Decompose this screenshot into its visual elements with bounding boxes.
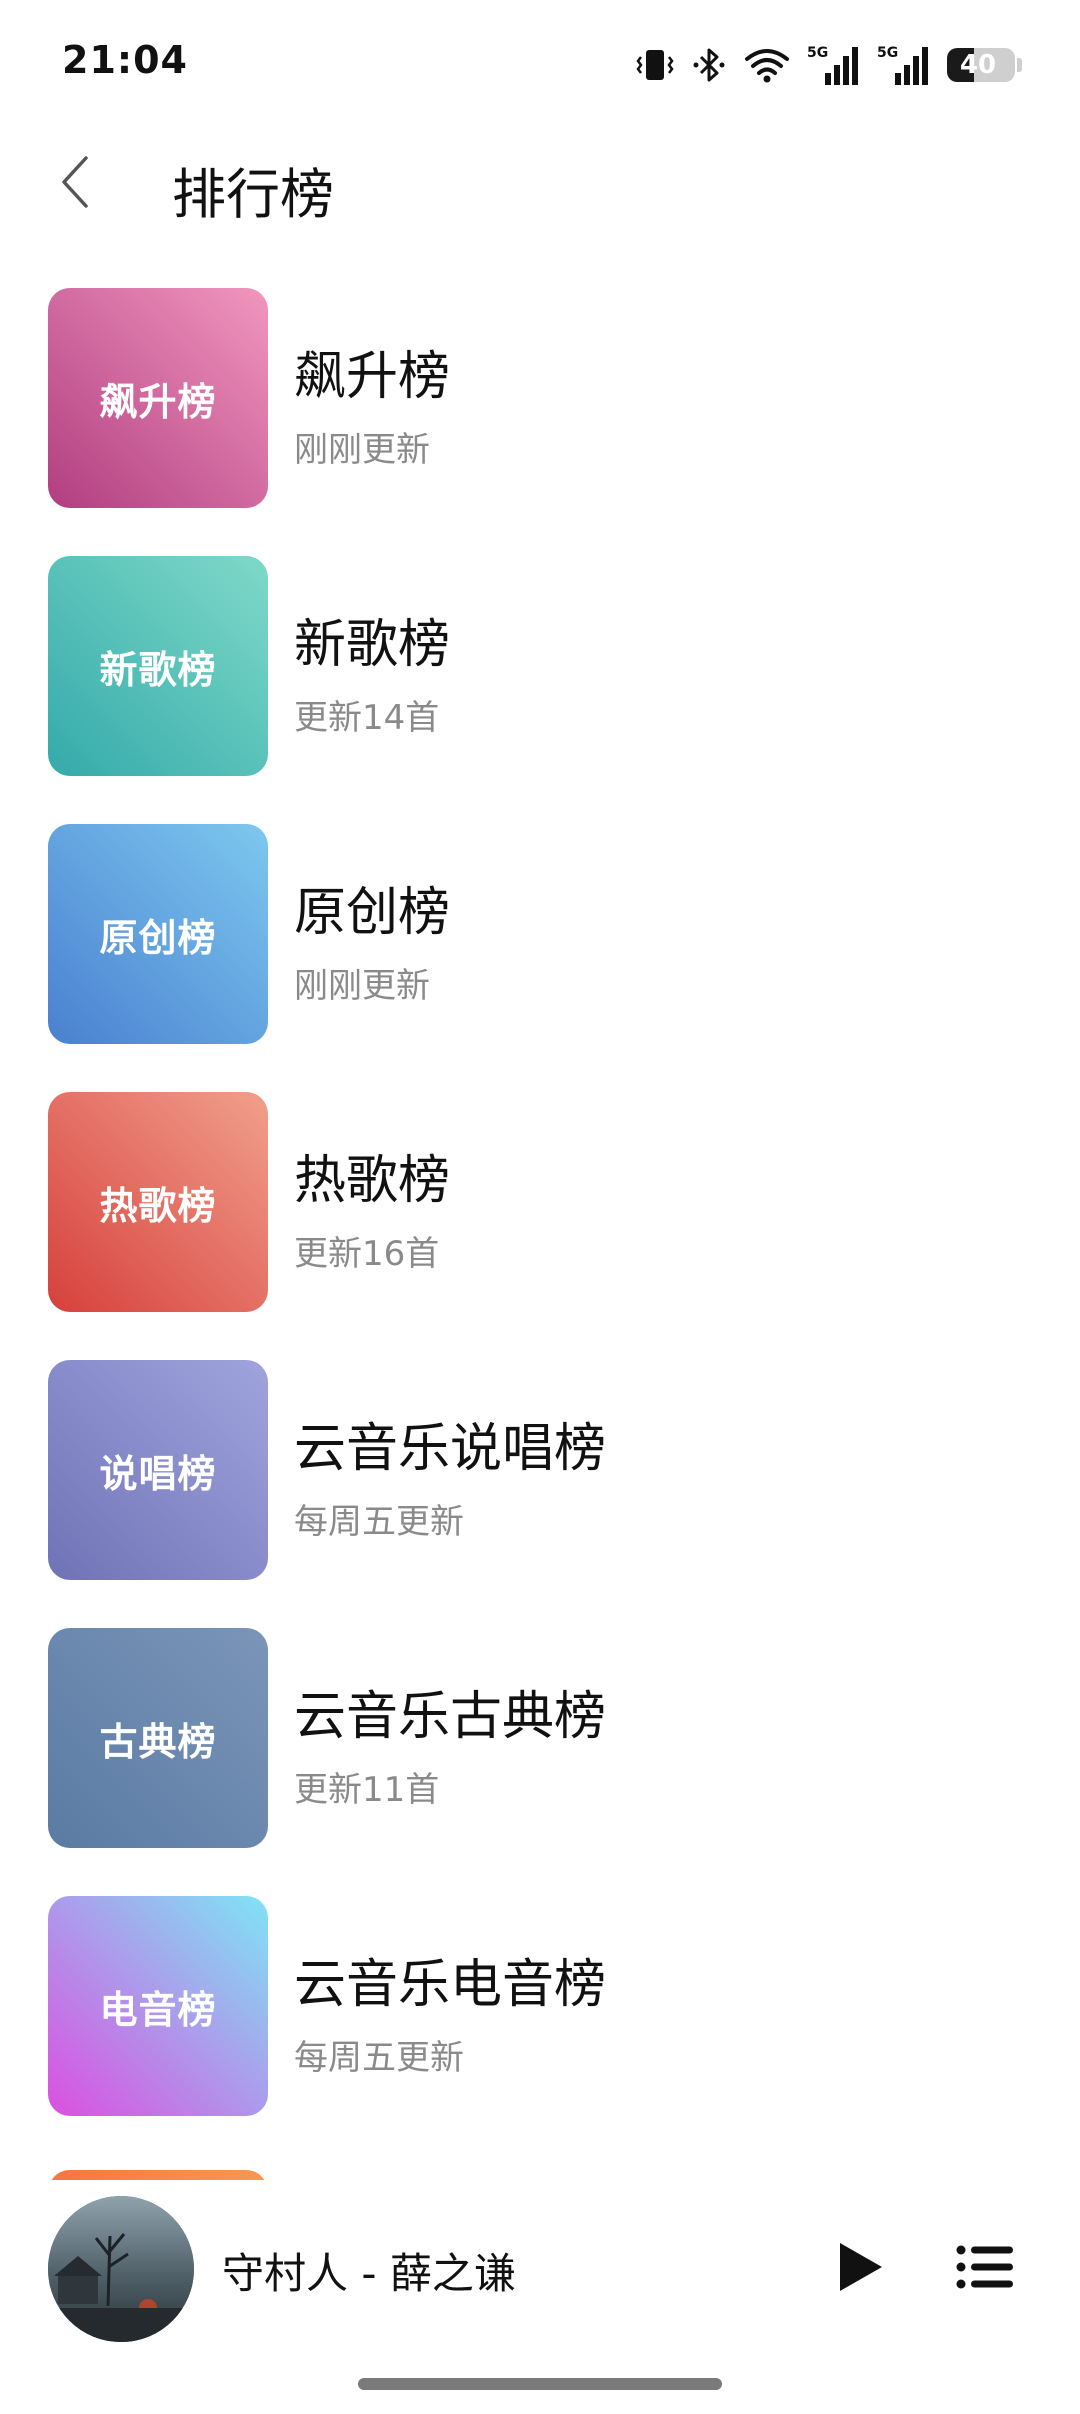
ranking-item[interactable]: 新歌榜 新歌榜 更新14首 xyxy=(0,556,1080,824)
ranking-subtitle: 更新11首 xyxy=(294,1770,440,1810)
signal-5g-icon: 5G xyxy=(877,43,931,87)
ranking-title: 云音乐电音榜 xyxy=(294,1955,607,2015)
ranking-subtitle: 每周五更新 xyxy=(294,2038,464,2078)
ranking-item[interactable]: 飙升榜 飙升榜 刚刚更新 xyxy=(0,288,1080,556)
ranking-cover: 飙升榜 xyxy=(48,288,268,508)
wifi-icon xyxy=(743,45,791,85)
playlist-button[interactable] xyxy=(940,2224,1030,2314)
ranking-item[interactable]: 热歌榜 热歌榜 更新16首 xyxy=(0,1092,1080,1360)
ranking-item[interactable]: 古典榜 云音乐古典榜 更新11首 xyxy=(0,1628,1080,1896)
battery-level: 40 xyxy=(959,50,997,80)
bluetooth-icon xyxy=(691,45,727,85)
ranking-title: 新歌榜 xyxy=(294,615,451,675)
svg-text:5G: 5G xyxy=(877,45,898,61)
status-bar: 21:04 5G 5G 40 xyxy=(0,0,1080,130)
home-indicator[interactable] xyxy=(358,2378,722,2390)
header: 排行榜 xyxy=(0,130,1080,240)
ranking-item[interactable]: 说唱榜 云音乐说唱榜 每周五更新 xyxy=(0,1360,1080,1628)
vibrate-icon xyxy=(635,45,675,85)
ranking-title: 原创榜 xyxy=(294,883,451,943)
chevron-left-icon xyxy=(56,152,96,216)
ranking-subtitle: 刚刚更新 xyxy=(294,430,430,470)
ranking-subtitle: 更新14首 xyxy=(294,698,440,738)
status-icons: 5G 5G 40 xyxy=(635,40,1022,90)
ranking-title: 云音乐说唱榜 xyxy=(294,1419,607,1479)
battery-icon: 40 xyxy=(947,48,1015,82)
ranking-title: 飙升榜 xyxy=(294,347,451,407)
signal-5g-icon: 5G xyxy=(807,43,861,87)
back-button[interactable] xyxy=(40,148,112,220)
playlist-icon xyxy=(955,2242,1015,2296)
now-playing-song[interactable]: 守村人 - 薛之谦 xyxy=(222,2240,516,2301)
ranking-cover: 古典榜 xyxy=(48,1628,268,1848)
ranking-title: 热歌榜 xyxy=(294,1151,451,1211)
ranking-item[interactable]: 电音榜 云音乐电音榜 每周五更新 xyxy=(0,1896,1080,2164)
ranking-subtitle: 刚刚更新 xyxy=(294,966,430,1006)
mini-player[interactable]: 守村人 - 薛之谦 xyxy=(0,2180,1080,2355)
ranking-subtitle: 每周五更新 xyxy=(294,1502,464,1542)
play-icon xyxy=(832,2237,888,2301)
ranking-cover: 说唱榜 xyxy=(48,1360,268,1580)
ranking-cover: 原创榜 xyxy=(48,824,268,1044)
ranking-title: 云音乐古典榜 xyxy=(294,1687,607,1747)
ranking-cover: 热歌榜 xyxy=(48,1092,268,1312)
album-cover[interactable] xyxy=(48,2196,194,2342)
battery-cap xyxy=(1017,58,1022,72)
svg-text:5G: 5G xyxy=(807,45,828,61)
ranking-subtitle: 更新16首 xyxy=(294,1234,440,1274)
status-time: 21:04 xyxy=(62,38,188,82)
ranking-cover: 新歌榜 xyxy=(48,556,268,776)
play-button[interactable] xyxy=(815,2224,905,2314)
ranking-list: 飙升榜 飙升榜 刚刚更新 新歌榜 新歌榜 更新14首 原创榜 原创榜 刚刚更新 … xyxy=(0,288,1080,2164)
ranking-cover: 电音榜 xyxy=(48,1896,268,2116)
ranking-item[interactable]: 原创榜 原创榜 刚刚更新 xyxy=(0,824,1080,1092)
page-title: 排行榜 xyxy=(172,163,334,226)
